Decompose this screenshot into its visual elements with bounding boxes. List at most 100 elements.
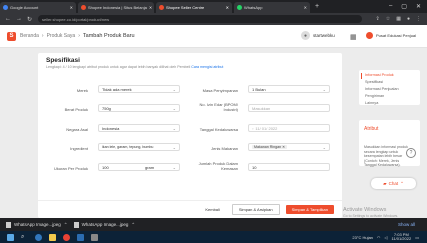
tips-body: Masukkan informasi produk secara lengkap… <box>364 145 408 168</box>
browser-tab[interactable]: WhatsApp ✕ <box>234 2 310 13</box>
field-label-expiry: Tanggal Kedaluwarsa <box>199 127 238 132</box>
forward-icon[interactable]: → <box>16 16 22 23</box>
field-label-quantity: Jumlah Produk Dalam Kemasan <box>198 161 238 171</box>
maximize-icon[interactable]: ▢ <box>401 3 407 10</box>
close-icon[interactable]: ✕ <box>302 5 307 10</box>
extensions-icon[interactable]: ▦ <box>396 16 401 22</box>
save-publish-button[interactable]: Simpan & Tampilkan <box>285 205 334 214</box>
education-hub-link[interactable]: Pusat Edukasi Penjual <box>366 32 416 39</box>
origin-country-select[interactable]: Indonesia ⌄ <box>98 124 180 132</box>
nav-item-spec[interactable]: Spesifikasi <box>365 80 383 84</box>
nav-item-other[interactable]: Lainnya <box>365 101 378 105</box>
size-value: 100 <box>102 164 109 170</box>
close-icon[interactable]: ✕ <box>224 5 229 10</box>
close-icon[interactable]: ✕ <box>68 5 73 10</box>
url-text: seller.shopee.co.id/portal/product/new <box>42 16 110 22</box>
image-file-icon <box>6 221 11 228</box>
chat-label: Chat <box>388 181 399 186</box>
new-tab-icon[interactable]: + <box>315 3 319 10</box>
active-indicator <box>361 73 362 79</box>
chevron-right-icon: › <box>41 33 44 39</box>
back-icon[interactable]: ← <box>5 16 11 23</box>
chat-icon: ▰ <box>383 180 387 186</box>
reload-icon[interactable]: ↻ <box>27 16 32 23</box>
how-to-fill-link[interactable]: Cara mengisi atribut <box>191 65 223 69</box>
weather-widget[interactable]: 23°C Hujan <box>352 235 373 240</box>
file-explorer-icon[interactable] <box>49 233 56 241</box>
clock-date: 11/01/2022 <box>391 236 412 241</box>
start-icon[interactable] <box>7 233 14 241</box>
subtitle-text: Lengkapi: 4 / 10 lengkapi atribut produk… <box>46 65 191 69</box>
apps-grid-icon[interactable]: ▦ <box>350 33 357 41</box>
section-title: Spesifikasi <box>46 57 80 64</box>
download-item[interactable]: WhatsApp Image...jpeg ⌃ <box>6 221 68 228</box>
address-bar-row: ← → ↻ seller.shopee.co.id/portal/product… <box>0 13 427 25</box>
expiry-placeholder: 11/ 01/ 2022 <box>255 125 278 131</box>
back-button[interactable]: Kembali <box>199 205 225 214</box>
browser-tab[interactable]: Shopee Indonesia | Situs Belanja ✕ <box>78 2 154 13</box>
weight-select[interactable]: 750g ⌄ <box>98 104 180 112</box>
minimize-icon[interactable]: – <box>389 3 392 10</box>
weight-value: 750g <box>102 105 111 111</box>
save-archive-button[interactable]: Simpan & Arsipkan <box>231 204 280 215</box>
breadcrumb-products[interactable]: Produk Saya <box>47 33 76 39</box>
username: startwebku <box>313 33 335 38</box>
calendar-icon: ▫ <box>252 125 254 131</box>
volume-icon[interactable]: ◁ <box>384 235 387 240</box>
settings-icon[interactable] <box>91 233 98 241</box>
quantity-input[interactable]: 10 <box>248 163 330 171</box>
store-icon[interactable] <box>77 233 84 241</box>
nav-item-sales[interactable]: Informasi Penjualan <box>365 87 399 91</box>
chevron-down-icon: ⌄ <box>172 106 176 111</box>
nav-item-shipping[interactable]: Pengiriman <box>365 94 384 98</box>
bpom-input[interactable]: Masukkan <box>248 104 330 112</box>
edge-icon[interactable] <box>35 233 42 241</box>
chevron-down-icon: ⌄ <box>172 165 176 170</box>
profile-icon[interactable]: ● <box>407 16 410 22</box>
download-filename: WhatsApp Image...jpeg <box>14 222 61 227</box>
specification-card: Spesifikasi Lengkapi: 4 / 10 lengkapi at… <box>38 53 342 218</box>
food-type-tag[interactable]: Makanan Ringan ✕ <box>252 145 288 149</box>
tab-favicon-icon <box>81 5 86 10</box>
nav-item-product-info[interactable]: Informasi Produk <box>365 73 394 77</box>
browser-tab[interactable]: Google Account ✕ <box>0 2 76 13</box>
close-icon[interactable]: ✕ <box>147 5 152 10</box>
food-type-select[interactable]: Makanan Ringan ✕ ⌄ <box>248 143 330 151</box>
bookmark-star-icon[interactable]: ☆ <box>386 16 390 22</box>
chevron-down-icon: ⌄ <box>172 126 176 131</box>
food-type-value: Makanan Ringan <box>254 145 282 149</box>
close-window-icon[interactable]: ✕ <box>416 3 421 10</box>
shelf-life-select[interactable]: 1 Bulan ⌄ <box>248 85 330 93</box>
search-icon[interactable]: ⌕ <box>21 234 28 241</box>
chrome-icon[interactable] <box>63 233 70 241</box>
tips-panel: Atribut Masukkan informasi produk secara… <box>359 120 420 168</box>
field-label-weight: Berat Produk <box>64 107 88 112</box>
user-menu[interactable]: ● startwebku <box>301 31 335 40</box>
tab-label: Shopee Seller Centre <box>166 5 205 10</box>
avatar: ● <box>301 31 310 40</box>
share-icon[interactable]: ⇪ <box>376 16 380 22</box>
url-input[interactable]: seller.shopee.co.id/portal/product/new <box>38 15 363 23</box>
clock[interactable]: 7:03 PM 11/01/2022 <box>391 232 412 242</box>
browser-tab-active[interactable]: Shopee Seller Centre ✕ <box>156 2 232 13</box>
notifications-icon[interactable]: ▭ <box>415 235 419 240</box>
brand-select[interactable]: Tidak ada merek ⌄ <box>98 85 180 93</box>
help-icon[interactable]: ? <box>406 148 416 158</box>
show-all-downloads-link[interactable]: Show all <box>398 222 427 227</box>
windows-taskbar: ⌕ 23°C Hujan ◠ ◁ 7:03 PM 11/01/2022 ▭ <box>0 231 427 243</box>
expiry-date-input[interactable]: ▫ 11/ 01/ 2022 <box>248 124 330 132</box>
size-unit[interactable]: gram <box>145 165 154 170</box>
download-item[interactable]: WhatsApp Image...jpeg ⌃ <box>73 221 135 228</box>
activate-windows-watermark: Activate Windows <box>343 207 387 213</box>
education-label: Pusat Edukasi Penjual <box>376 33 417 38</box>
ingredient-select[interactable]: ikan lele, garam, tepung, bumbu ⌄ <box>98 143 180 151</box>
wifi-icon[interactable]: ◠ <box>377 235 381 240</box>
origin-value: Indonesia <box>102 125 120 131</box>
breadcrumb-home[interactable]: Beranda <box>20 33 39 39</box>
tab-favicon-icon <box>237 5 242 10</box>
menu-kebab-icon[interactable]: ⋮ <box>416 16 421 22</box>
chevron-right-icon: › <box>78 33 80 39</box>
chat-button[interactable]: ▰ Chat ⌃ <box>371 178 416 189</box>
size-input[interactable]: 100 gram ⌄ <box>98 163 180 171</box>
shopee-logo[interactable]: S <box>7 31 16 41</box>
